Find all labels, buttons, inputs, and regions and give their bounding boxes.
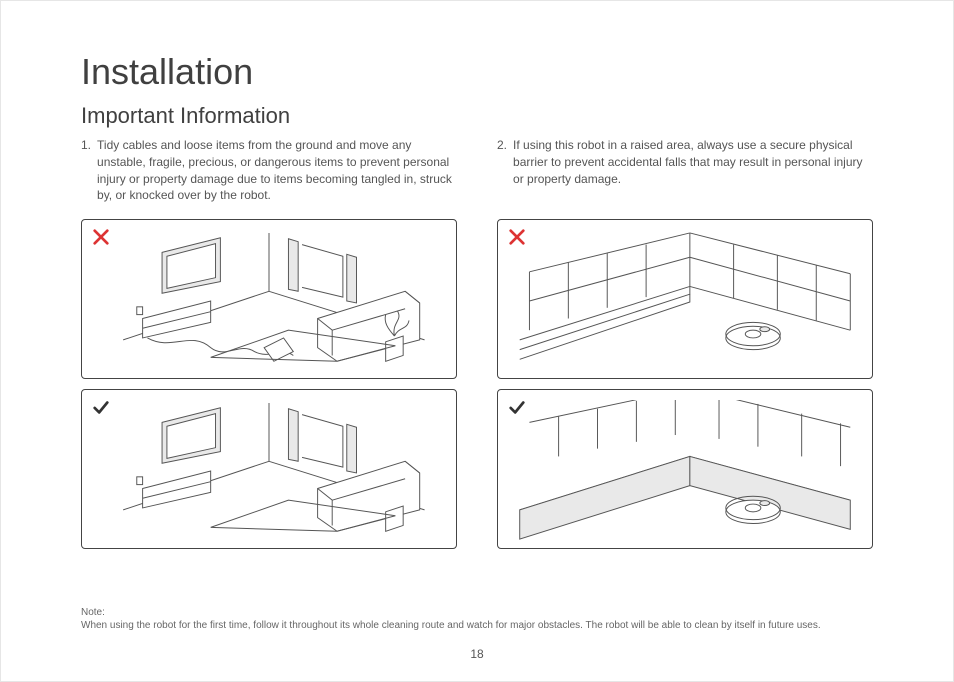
illustration-room-wrong xyxy=(81,219,457,379)
cross-icon xyxy=(92,228,110,246)
instruction-1: 1. Tidy cables and loose items from the … xyxy=(81,137,457,207)
illustration-balcony-correct xyxy=(497,389,873,549)
page-number: 18 xyxy=(1,647,953,661)
room-tidy-scene xyxy=(94,400,444,542)
instruction-number: 2. xyxy=(497,137,507,207)
note-section: Note: When using the robot for the first… xyxy=(81,607,873,631)
note-text: When using the robot for the first time,… xyxy=(81,620,873,631)
instruction-text: If using this robot in a raised area, al… xyxy=(513,137,873,207)
instruction-text: Tidy cables and loose items from the gro… xyxy=(97,137,457,207)
balcony-open-scene xyxy=(510,230,860,372)
room-messy-scene xyxy=(94,230,444,372)
check-icon xyxy=(92,398,110,416)
manual-page: Installation Important Information 1. Ti… xyxy=(0,0,954,682)
page-title: Installation xyxy=(81,51,873,93)
content-columns: 1. Tidy cables and loose items from the … xyxy=(81,137,873,559)
instruction-2: 2. If using this robot in a raised area,… xyxy=(497,137,873,207)
cross-icon xyxy=(508,228,526,246)
illustration-room-correct xyxy=(81,389,457,549)
illustration-balcony-wrong xyxy=(497,219,873,379)
right-column: 2. If using this robot in a raised area,… xyxy=(497,137,873,559)
instruction-number: 1. xyxy=(81,137,91,207)
note-label: Note: xyxy=(81,607,873,618)
left-column: 1. Tidy cables and loose items from the … xyxy=(81,137,457,559)
check-icon xyxy=(508,398,526,416)
section-heading: Important Information xyxy=(81,103,873,129)
balcony-barrier-scene xyxy=(510,400,860,542)
